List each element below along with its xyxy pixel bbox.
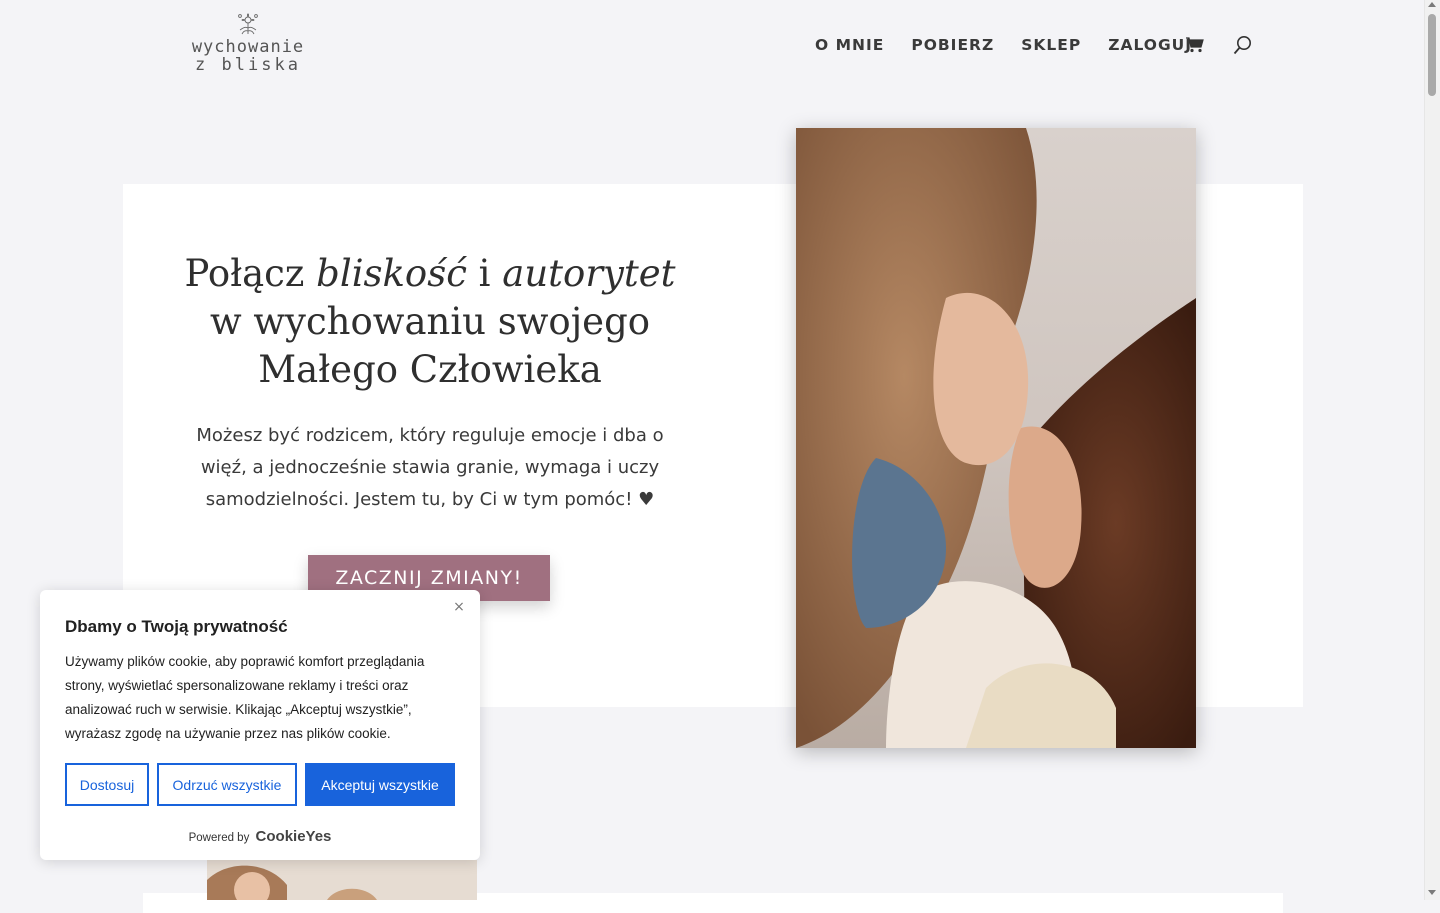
page-scrollbar[interactable] <box>1424 0 1440 900</box>
cookieyes-logo[interactable]: CookieYes <box>256 828 332 845</box>
scrollbar-thumb[interactable] <box>1428 14 1436 96</box>
nav-item-o-mnie[interactable]: O MNIE <box>815 34 884 56</box>
cookie-title: Dbamy o Twoją prywatność <box>65 617 288 636</box>
logo-text-line1: wychowanie <box>191 37 305 57</box>
powered-by: Powered by CookieYes <box>40 828 480 845</box>
cookie-banner: × Dbamy o Twoją prywatność Używamy plikó… <box>40 590 480 860</box>
accept-all-button[interactable]: Akceptuj wszystkie <box>305 763 455 806</box>
site-logo[interactable]: wychowanie z bliska <box>188 12 308 76</box>
scroll-up-icon[interactable] <box>1428 2 1436 7</box>
search-icon[interactable] <box>1233 35 1253 55</box>
customize-button[interactable]: Dostosuj <box>65 763 149 806</box>
logo-text-line2: z bliska <box>195 55 301 75</box>
main-nav: O MNIE POBIERZ SKLEP ZALOGUJ <box>815 34 1219 56</box>
close-icon[interactable]: × <box>453 600 465 614</box>
nav-item-zaloguj[interactable]: ZALOGUJ <box>1108 34 1192 56</box>
mother-daughter-photo <box>796 128 1196 748</box>
hero-description: Możesz być rodzicem, który reguluje emoc… <box>196 425 664 510</box>
powered-by-label: Powered by <box>188 832 250 844</box>
cookie-description: Używamy plików cookie, aby poprawić komf… <box>65 654 425 741</box>
reject-all-button[interactable]: Odrzuć wszystkie <box>157 763 297 806</box>
scroll-down-icon[interactable] <box>1428 890 1436 895</box>
cart-icon[interactable] <box>1186 37 1204 53</box>
lower-photo <box>207 860 477 900</box>
hero-title: Połącz bliskość i autorytet w wychowaniu… <box>184 252 676 391</box>
nav-item-sklep[interactable]: SKLEP <box>1021 34 1081 56</box>
nav-item-pobierz[interactable]: POBIERZ <box>911 34 994 56</box>
hero-photo <box>796 128 1196 748</box>
flower-logo-icon <box>238 13 258 35</box>
